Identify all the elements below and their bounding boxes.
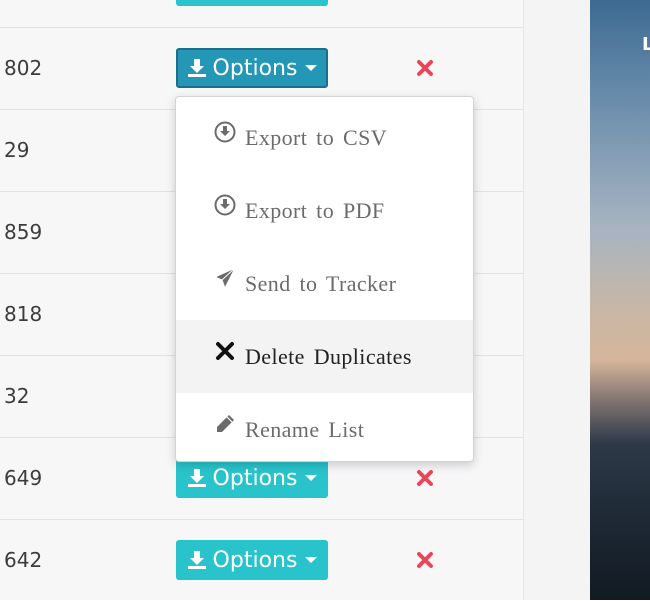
caret-down-icon: [305, 475, 318, 481]
options-label: Options: [212, 55, 298, 81]
row-count: 802: [4, 56, 43, 80]
photo-caption: L: [642, 34, 650, 55]
options-button[interactable]: [176, 0, 328, 6]
row-count: 29: [4, 138, 30, 162]
close-icon: [214, 340, 236, 362]
table-row: 642 Options: [0, 519, 523, 601]
download-circle-icon: [214, 121, 236, 143]
download-icon: [187, 59, 206, 77]
options-button[interactable]: Options: [176, 540, 328, 580]
menu-item-rename-list[interactable]: Rename List: [176, 393, 473, 466]
menu-item-export-pdf[interactable]: Export to PDF: [176, 174, 473, 247]
row-count: 649: [4, 466, 43, 490]
send-icon: [214, 266, 236, 289]
menu-item-label: Rename List: [245, 416, 365, 442]
delete-row-icon[interactable]: [415, 58, 435, 78]
options-button[interactable]: Options: [176, 48, 328, 88]
options-label: Options: [212, 547, 298, 573]
caret-down-icon: [305, 557, 318, 563]
row-count: 642: [4, 548, 43, 572]
row-count: 859: [4, 220, 43, 244]
menu-item-label: Delete Duplicates: [245, 343, 412, 369]
options-dropdown-menu: Export to CSV Export to PDF Send to Trac…: [175, 96, 474, 462]
row-count: 818: [4, 302, 43, 326]
gutter: [524, 0, 590, 600]
menu-item-label: Export to CSV: [245, 124, 387, 150]
menu-item-delete-duplicates[interactable]: Delete Duplicates: [176, 320, 473, 393]
menu-item-label: Send to Tracker: [245, 270, 397, 296]
delete-row-icon[interactable]: [415, 550, 435, 570]
download-circle-icon: [214, 194, 236, 216]
download-icon: [187, 469, 206, 487]
menu-item-send-to-tracker[interactable]: Send to Tracker: [176, 247, 473, 320]
options-label: Options: [212, 465, 298, 491]
delete-row-icon[interactable]: [415, 468, 435, 488]
background-photo: L: [590, 0, 650, 600]
pencil-icon: [214, 413, 236, 435]
row-count: 32: [4, 384, 30, 408]
menu-item-export-csv[interactable]: Export to CSV: [176, 101, 473, 174]
download-icon: [187, 551, 206, 569]
caret-down-icon: [305, 65, 318, 71]
table-row: [0, 0, 523, 28]
menu-item-label: Export to PDF: [245, 197, 385, 223]
